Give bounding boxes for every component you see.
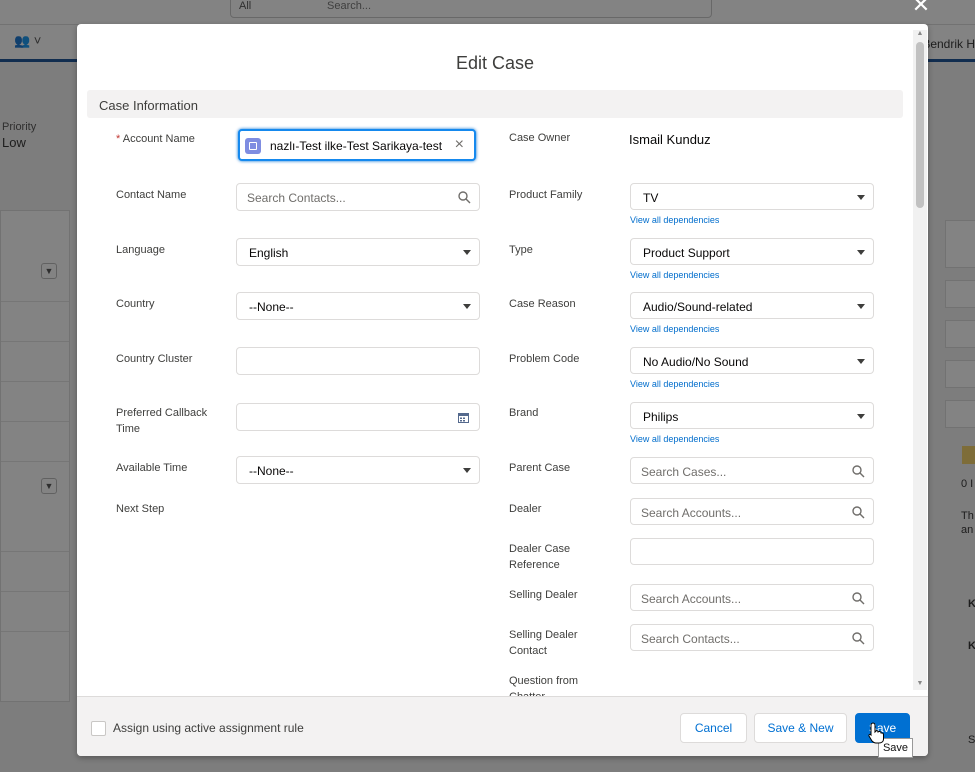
case-owner-label: Case Owner bbox=[509, 132, 571, 144]
case-reason-dependencies-link[interactable]: View all dependencies bbox=[630, 324, 719, 334]
scroll-down-icon[interactable]: ▼ bbox=[916, 680, 924, 688]
country-value: --None-- bbox=[249, 300, 294, 314]
account-name-value: nazlı-Test ilke-Test Sarikaya-test bbox=[270, 139, 443, 153]
language-select[interactable]: English bbox=[236, 238, 480, 266]
modal-scrollbar[interactable]: ▲ ▼ bbox=[913, 30, 927, 690]
modal-body: Case Information * Account Name nazlı-Te… bbox=[87, 88, 913, 696]
pointer-cursor-icon bbox=[868, 722, 884, 744]
question-from-chatter-label: Question from Chatter bbox=[509, 675, 579, 696]
search-icon bbox=[852, 465, 865, 478]
next-step-label: Next Step bbox=[116, 503, 165, 515]
selling-dealer-input[interactable]: Search Accounts... bbox=[630, 584, 874, 611]
country-cluster-label: Country Cluster bbox=[116, 353, 193, 365]
account-name-lookup[interactable]: nazlı-Test ilke-Test Sarikaya-test × bbox=[238, 129, 476, 161]
search-icon bbox=[852, 506, 865, 519]
scroll-up-icon[interactable]: ▲ bbox=[916, 30, 924, 38]
product-family-dependencies-link[interactable]: View all dependencies bbox=[630, 215, 719, 225]
dealer-placeholder: Search Accounts... bbox=[641, 506, 742, 520]
brand-select[interactable]: Philips bbox=[630, 402, 874, 429]
save-and-new-button[interactable]: Save & New bbox=[754, 713, 847, 743]
contact-name-label: Contact Name bbox=[116, 189, 187, 201]
type-label: Type bbox=[509, 244, 533, 256]
account-object-icon bbox=[245, 138, 261, 154]
section-header[interactable]: Case Information bbox=[87, 90, 903, 118]
dealer-case-reference-input[interactable] bbox=[630, 538, 874, 565]
caret-down-icon bbox=[857, 195, 865, 200]
parent-case-placeholder: Search Cases... bbox=[641, 465, 727, 479]
product-family-label: Product Family bbox=[509, 189, 583, 201]
dealer-case-reference-label: Dealer Case Reference bbox=[509, 543, 571, 571]
preferred-callback-label: Preferred Callback Time bbox=[116, 407, 208, 435]
parent-case-input[interactable]: Search Cases... bbox=[630, 457, 874, 484]
clear-icon[interactable]: × bbox=[455, 136, 464, 154]
country-cluster-input[interactable] bbox=[236, 347, 480, 375]
parent-case-label: Parent Case bbox=[509, 462, 571, 474]
edit-case-modal: Edit Case Case Information * Account Nam… bbox=[77, 24, 928, 756]
case-owner-value[interactable]: Ismail Kunduz bbox=[629, 132, 711, 147]
scroll-thumb[interactable] bbox=[916, 42, 924, 208]
assign-rule-checkbox[interactable] bbox=[91, 721, 106, 736]
case-reason-label: Case Reason bbox=[509, 298, 576, 310]
calendar-icon[interactable] bbox=[458, 412, 469, 423]
brand-value: Philips bbox=[643, 410, 679, 424]
available-time-value: --None-- bbox=[249, 464, 294, 478]
available-time-select[interactable]: --None-- bbox=[236, 456, 480, 484]
problem-code-dependencies-link[interactable]: View all dependencies bbox=[630, 379, 719, 389]
selling-dealer-label: Selling Dealer bbox=[509, 589, 578, 601]
caret-down-icon bbox=[857, 304, 865, 309]
contact-name-placeholder: Search Contacts... bbox=[247, 191, 346, 205]
modal-title: Edit Case bbox=[455, 53, 535, 73]
case-reason-value: Audio/Sound-related bbox=[643, 300, 753, 314]
account-name-label: * Account Name bbox=[116, 133, 195, 145]
brand-dependencies-link[interactable]: View all dependencies bbox=[630, 434, 719, 444]
product-family-value: TV bbox=[643, 191, 659, 205]
modal-footer: Assign using active assignment rule Canc… bbox=[77, 696, 928, 756]
close-icon[interactable]: ✕ bbox=[910, 0, 932, 16]
modal-header: Edit Case bbox=[77, 24, 928, 88]
caret-down-icon bbox=[463, 304, 471, 309]
dealer-input[interactable]: Search Accounts... bbox=[630, 498, 874, 525]
problem-code-label: Problem Code bbox=[509, 353, 580, 365]
country-select[interactable]: --None-- bbox=[236, 292, 480, 320]
case-reason-select[interactable]: Audio/Sound-related bbox=[630, 292, 874, 319]
caret-down-icon bbox=[463, 468, 471, 473]
section-title: Case Information bbox=[99, 98, 198, 113]
selling-dealer-contact-label: Selling Dealer Contact bbox=[509, 629, 578, 657]
cancel-button[interactable]: Cancel bbox=[680, 713, 747, 743]
type-value: Product Support bbox=[643, 246, 730, 260]
preferred-callback-input[interactable] bbox=[236, 403, 480, 431]
search-icon bbox=[458, 191, 471, 204]
caret-down-icon bbox=[463, 250, 471, 255]
selling-dealer-contact-input[interactable]: Search Contacts... bbox=[630, 624, 874, 651]
brand-label: Brand bbox=[509, 407, 539, 419]
caret-down-icon bbox=[857, 250, 865, 255]
language-value: English bbox=[249, 246, 289, 260]
language-label: Language bbox=[116, 244, 165, 256]
contact-name-input[interactable]: Search Contacts... bbox=[236, 183, 480, 211]
search-icon bbox=[852, 592, 865, 605]
assign-rule-label: Assign using active assignment rule bbox=[113, 721, 304, 735]
dealer-label: Dealer bbox=[509, 503, 542, 515]
caret-down-icon bbox=[857, 359, 865, 364]
problem-code-value: No Audio/No Sound bbox=[643, 355, 749, 369]
selling-dealer-placeholder: Search Accounts... bbox=[641, 592, 742, 606]
caret-down-icon bbox=[857, 414, 865, 419]
type-select[interactable]: Product Support bbox=[630, 238, 874, 265]
search-icon bbox=[852, 632, 865, 645]
available-time-label: Available Time bbox=[116, 462, 188, 474]
problem-code-select[interactable]: No Audio/No Sound bbox=[630, 347, 874, 374]
type-dependencies-link[interactable]: View all dependencies bbox=[630, 270, 719, 280]
country-label: Country bbox=[116, 298, 155, 310]
selling-dealer-contact-placeholder: Search Contacts... bbox=[641, 632, 740, 646]
product-family-select[interactable]: TV bbox=[630, 183, 874, 210]
